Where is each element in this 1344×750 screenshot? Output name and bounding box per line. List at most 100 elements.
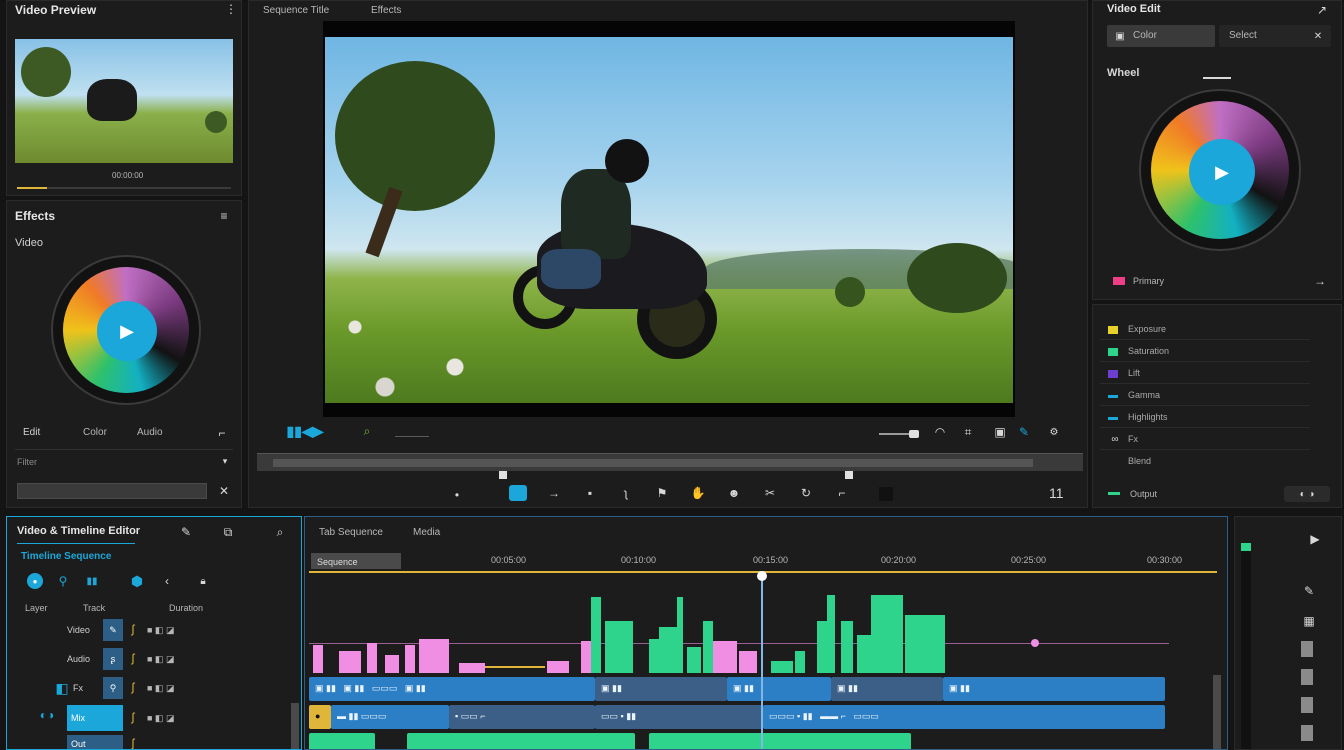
- inspector-list-item[interactable]: Highlights: [1100, 408, 1310, 428]
- scrollbar[interactable]: [291, 703, 299, 749]
- timeline-clip[interactable]: [649, 733, 911, 749]
- inspector-list-item[interactable]: Saturation: [1100, 342, 1310, 362]
- menu-icon[interactable]: ≡: [217, 209, 231, 223]
- arrow-right-icon[interactable]: →: [1313, 274, 1327, 288]
- key-icon[interactable]: ⚲: [55, 573, 71, 589]
- track-toggle-icon[interactable]: ʂ: [103, 648, 123, 670]
- timeline-clip[interactable]: ▭▭▭ ▪ ▮▮ ▬▬ ⌐ ▭▭▭: [763, 705, 1165, 729]
- inspector-list-item[interactable]: Exposure: [1100, 320, 1310, 340]
- effects-tab-1[interactable]: Edit: [23, 427, 40, 438]
- fx-icon[interactable]: ◧: [53, 679, 71, 697]
- out-point-marker[interactable]: [845, 471, 853, 479]
- more-icon[interactable]: ⋮: [225, 2, 237, 16]
- edit-icon[interactable]: ✎: [179, 525, 193, 539]
- program-tab-sequence[interactable]: Sequence Title: [263, 5, 329, 16]
- arrow-tool-icon[interactable]: →: [545, 485, 563, 501]
- play-icon[interactable]: ▶: [1189, 139, 1255, 205]
- pen-icon[interactable]: ✎: [1015, 423, 1033, 441]
- timeline-clip[interactable]: ▣ ▮▮: [943, 677, 1165, 701]
- inspector-list-item[interactable]: Gamma: [1100, 386, 1310, 406]
- playhead-handle[interactable]: [757, 571, 767, 581]
- timeline-clip[interactable]: ▣ ▮▮: [727, 677, 831, 701]
- inspector-list-item[interactable]: ∞ Fx: [1100, 430, 1310, 450]
- zoom-tool-icon[interactable]: ⚑: [653, 485, 671, 501]
- dark-tool-icon[interactable]: [879, 487, 893, 501]
- volume-slider[interactable]: [879, 430, 919, 438]
- select-tool-icon[interactable]: [509, 485, 527, 501]
- settings-icon[interactable]: ⚙: [1041, 423, 1067, 441]
- audio-icon[interactable]: ʃ: [127, 735, 139, 749]
- timeline-tab-sequence[interactable]: Tab Sequence: [319, 527, 383, 538]
- square-icon[interactable]: [1301, 725, 1313, 741]
- export-icon[interactable]: ▣: [991, 423, 1009, 441]
- effects-tab-3[interactable]: Audio: [137, 427, 163, 438]
- source-scrub-bar[interactable]: [17, 187, 231, 189]
- play-icon[interactable]: ▶: [97, 301, 157, 361]
- square-icon[interactable]: [1301, 697, 1313, 713]
- edit-icon[interactable]: ✎: [1301, 583, 1317, 599]
- audio-icon[interactable]: ʃ: [127, 679, 139, 695]
- loop-icon[interactable]: ◠: [931, 423, 949, 441]
- timeline-scrollbar[interactable]: [1213, 675, 1221, 749]
- in-point-marker[interactable]: [499, 471, 507, 479]
- source-thumbnail[interactable]: [15, 39, 233, 163]
- timeline-clip[interactable]: ▣ ▮▮: [831, 677, 943, 701]
- color-wheel-right[interactable]: ▶: [1139, 89, 1301, 251]
- crop-icon[interactable]: ⌗: [959, 423, 977, 441]
- marker-icon[interactable]: ⌕: [357, 423, 377, 439]
- record-icon[interactable]: ●: [27, 573, 43, 589]
- razor-tool-icon[interactable]: ▪: [581, 485, 599, 501]
- search-icon[interactable]: ⌕: [273, 525, 287, 539]
- layers-icon[interactable]: ⧉: [221, 525, 235, 539]
- rotate-tool-icon[interactable]: ↻: [797, 485, 815, 501]
- chevron-left-icon[interactable]: ‹: [159, 573, 175, 589]
- timeline-clip[interactable]: ▣ ▮▮ ▣ ▮▮ ▭▭▭ ▣ ▮▮: [309, 677, 595, 701]
- track-toggle-icon[interactable]: ⚲: [103, 677, 123, 699]
- close-icon[interactable]: ✕: [1311, 29, 1325, 43]
- inspector-tab-color[interactable]: ▣ Color: [1107, 25, 1215, 47]
- hex-icon[interactable]: ⬢: [129, 573, 145, 589]
- zoom-track[interactable]: [395, 436, 429, 437]
- expand-diagonal-icon[interactable]: ↗: [1315, 3, 1329, 17]
- mix-icon[interactable]: ◐◑: [37, 707, 57, 723]
- timeline-clip[interactable]: ▣ ▮▮: [595, 677, 727, 701]
- timeline-clip[interactable]: ▭▭ ▪ ▮▮: [595, 705, 763, 729]
- program-video-frame[interactable]: [323, 21, 1015, 417]
- square-icon[interactable]: [1301, 641, 1313, 657]
- play-icon[interactable]: ▶: [1307, 531, 1323, 547]
- inspector-list-item[interactable]: Blend: [1100, 452, 1310, 472]
- square-icon[interactable]: [1301, 669, 1313, 685]
- hand-tool-icon[interactable]: ✋: [689, 485, 707, 501]
- playhead-line[interactable]: [761, 575, 763, 749]
- inspector-tab-select[interactable]: Select ✕: [1219, 25, 1331, 47]
- audio-icon[interactable]: ʃ: [127, 709, 139, 725]
- audio-icon[interactable]: ʃ: [127, 621, 139, 637]
- volume-knob[interactable]: [909, 430, 919, 438]
- waveform-keyframe[interactable]: [1031, 639, 1039, 647]
- track-toggle-icon[interactable]: ✎: [103, 619, 123, 641]
- timeline-clip[interactable]: [407, 733, 635, 749]
- play-tools-icon[interactable]: ▮▮◀▶: [267, 421, 343, 441]
- bars-icon[interactable]: ▮▮: [77, 573, 107, 589]
- waveform-area[interactable]: [309, 591, 1209, 675]
- timeline-clip[interactable]: ▬ ▮▮ ▭▭▭: [331, 705, 449, 729]
- program-tab-effects[interactable]: Effects: [371, 5, 401, 16]
- cut-tool-icon[interactable]: ✂: [761, 485, 779, 501]
- lock-icon[interactable]: 🔒︎: [195, 573, 211, 589]
- close-icon[interactable]: ✕: [217, 484, 231, 498]
- sticker-tool-icon[interactable]: ☻: [725, 485, 743, 501]
- timeline-tab-media[interactable]: Media: [413, 527, 440, 538]
- grid-icon[interactable]: ▦: [1301, 613, 1317, 629]
- effects-search-input[interactable]: [17, 483, 207, 499]
- frame-tool-icon[interactable]: ⌐: [833, 485, 851, 501]
- effects-tab-2[interactable]: Color: [83, 427, 107, 438]
- inspector-list-item[interactable]: Lift: [1100, 364, 1310, 384]
- collapse-icon[interactable]: ⌐: [215, 426, 229, 440]
- color-wheel-left[interactable]: ▶: [51, 255, 201, 405]
- expand-icon[interactable]: ▾: [219, 455, 231, 467]
- timeline-clip[interactable]: ●: [309, 705, 331, 729]
- slip-tool-icon[interactable]: ʅ: [617, 485, 635, 501]
- audio-icon[interactable]: ʃ: [127, 650, 139, 666]
- timeline-clip[interactable]: ▪ ▭▭ ⌐: [449, 705, 595, 729]
- toggle-icon[interactable]: ◐ ◑: [1284, 486, 1330, 502]
